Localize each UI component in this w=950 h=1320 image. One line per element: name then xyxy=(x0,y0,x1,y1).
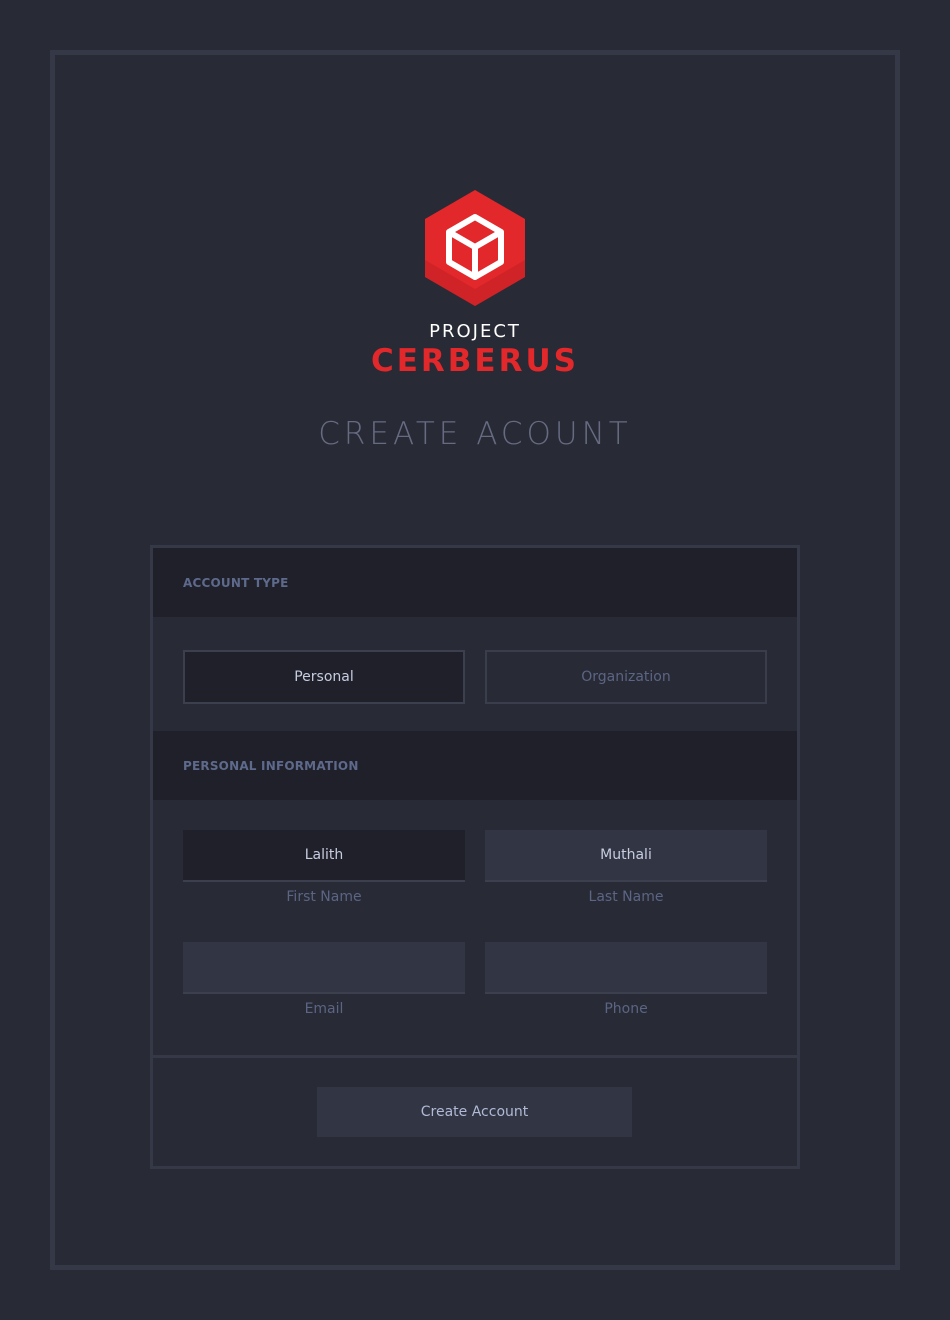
create-account-form: ACCOUNT TYPE Personal Organization PERSO… xyxy=(150,545,800,1169)
page-title: CREATE ACOUNT xyxy=(318,416,632,452)
email-input[interactable] xyxy=(183,942,465,994)
first-name-label: First Name xyxy=(286,889,362,905)
first-name-input[interactable] xyxy=(183,830,465,882)
phone-label: Phone xyxy=(604,1001,648,1017)
brand-name: CERBERUS xyxy=(371,343,579,379)
email-label: Email xyxy=(304,1001,344,1017)
cube-hexagon-icon xyxy=(425,190,525,306)
account-type-header: ACCOUNT TYPE xyxy=(153,548,797,617)
account-type-organization-button[interactable]: Organization xyxy=(485,650,767,704)
last-name-input[interactable] xyxy=(485,830,767,882)
create-account-button[interactable]: Create Account xyxy=(317,1087,632,1137)
last-name-label: Last Name xyxy=(588,889,664,905)
account-type-personal-button[interactable]: Personal xyxy=(183,650,465,704)
phone-input[interactable] xyxy=(485,942,767,994)
form-divider xyxy=(153,1055,797,1058)
personal-information-header: PERSONAL INFORMATION xyxy=(153,731,797,800)
